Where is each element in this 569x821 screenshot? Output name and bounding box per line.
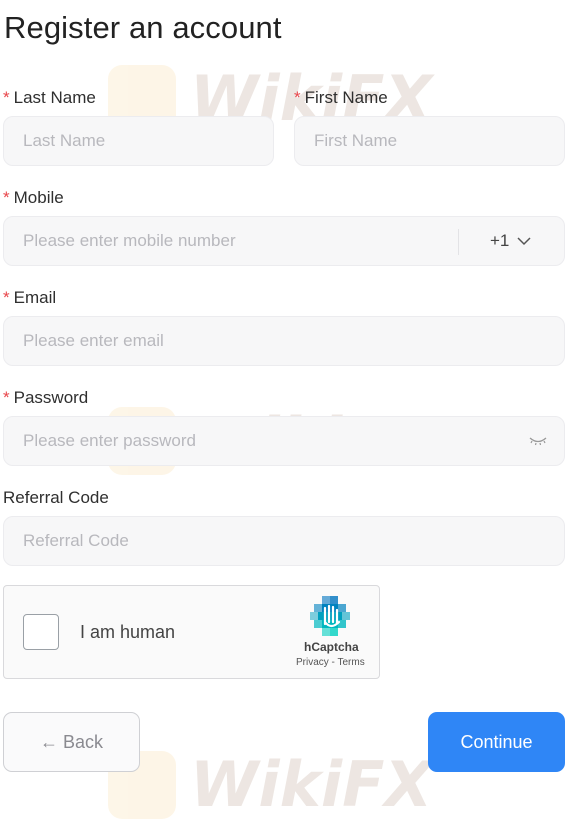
chevron-down-icon (517, 236, 531, 245)
password-input[interactable] (4, 417, 564, 465)
back-button[interactable]: ← Back (3, 712, 140, 772)
referral-code-field[interactable] (3, 516, 565, 566)
eye-closed-icon[interactable] (528, 435, 548, 447)
password-label: * Password (3, 388, 89, 407)
mobile-field[interactable]: +1 (3, 216, 565, 266)
country-code-value: +1 (490, 231, 510, 250)
password-field[interactable] (3, 416, 565, 466)
last-name-label: * Last Name (3, 88, 96, 107)
email-input[interactable] (4, 317, 564, 365)
country-code-select[interactable]: +1 (490, 231, 531, 251)
referral-code-label: Referral Code (3, 488, 109, 507)
required-mark: * (3, 288, 10, 307)
first-name-field[interactable] (294, 116, 565, 166)
captcha-checkbox[interactable] (23, 614, 59, 650)
first-name-input[interactable] (295, 117, 564, 165)
required-mark: * (3, 88, 10, 107)
first-name-label: * First Name (294, 88, 388, 107)
watermark: WikiFX (108, 748, 432, 821)
captcha-widget: I am human hCaptcha Privacy - Terms (3, 585, 380, 679)
divider (458, 229, 459, 255)
page-title: Register an account (4, 10, 282, 45)
referral-code-input[interactable] (4, 517, 564, 565)
hcaptcha-links[interactable]: Privacy - Terms (296, 657, 365, 668)
email-field[interactable] (3, 316, 565, 366)
required-mark: * (294, 88, 301, 107)
required-mark: * (3, 188, 10, 207)
last-name-input[interactable] (4, 117, 273, 165)
required-mark: * (3, 388, 10, 407)
hcaptcha-brand: hCaptcha (304, 640, 359, 654)
email-label: * Email (3, 288, 57, 307)
mobile-label: * Mobile (3, 188, 64, 207)
continue-button[interactable]: Continue (428, 712, 565, 772)
hcaptcha-logo-icon (310, 596, 350, 636)
last-name-field[interactable] (3, 116, 274, 166)
mobile-input[interactable] (4, 217, 454, 265)
captcha-text: I am human (80, 622, 176, 642)
